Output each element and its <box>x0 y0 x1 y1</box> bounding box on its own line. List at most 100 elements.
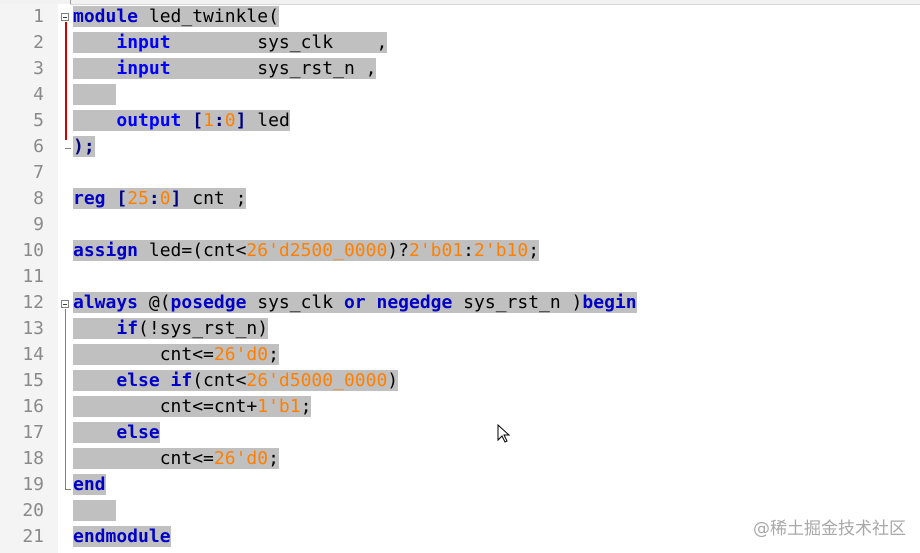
code-text[interactable]: end <box>73 472 106 498</box>
token <box>73 110 117 131</box>
code-line[interactable]: 9 <box>0 212 920 238</box>
token: cnt<= <box>73 448 214 469</box>
token: ; <box>268 344 279 365</box>
line-number: 17 <box>22 422 44 443</box>
code-line[interactable]: 10 assign led=(cnt<26'd2500_0000)?2'b01:2… <box>0 238 920 264</box>
code-text[interactable]: module led_twinkle( <box>73 4 279 30</box>
code-line[interactable]: 2 input sys_clk , <box>0 30 920 56</box>
code-line[interactable]: 1 module led_twinkle( <box>0 4 920 30</box>
code-line[interactable]: 13 if(!sys_rst_n) <box>0 316 920 342</box>
line-number: 20 <box>22 500 44 521</box>
token: sys_rst_n , <box>170 58 377 79</box>
token-num: 0 <box>224 110 236 131</box>
code-line[interactable]: 19 end <box>0 472 920 498</box>
line-number: 14 <box>22 344 44 365</box>
token: cnt<= <box>73 344 214 365</box>
line-number: 4 <box>33 84 44 105</box>
code-line[interactable]: 18 cnt<=26'd0; <box>0 446 920 472</box>
token: ) <box>387 370 399 391</box>
token <box>73 500 117 521</box>
code-line[interactable]: 5 output [1:0] led <box>0 108 920 134</box>
token-kw2: module <box>73 6 139 27</box>
token-op: [ <box>192 110 204 131</box>
token <box>105 188 117 209</box>
token-kw2: reg <box>73 188 106 209</box>
code-text[interactable]: else <box>73 420 160 446</box>
line-number: 3 <box>33 58 44 79</box>
token: led=(cnt< <box>138 240 247 261</box>
code-line[interactable]: 3 input sys_rst_n , <box>0 56 920 82</box>
line-number: 5 <box>33 110 44 131</box>
code-line[interactable]: 11 <box>0 264 920 290</box>
token: led <box>246 110 290 131</box>
code-text[interactable]: if(!sys_rst_n) <box>73 316 269 342</box>
code-text[interactable]: input sys_rst_n , <box>73 56 377 82</box>
token <box>365 292 377 313</box>
token-kw: input <box>116 32 171 53</box>
code-text[interactable]: always @(posedge sys_clk or negedge sys_… <box>73 290 637 316</box>
line-number: 18 <box>22 448 44 469</box>
token-op: : <box>148 188 160 209</box>
code-text[interactable] <box>73 82 117 108</box>
line-number: 13 <box>22 318 44 339</box>
code-text[interactable]: else if(cnt<26'd5000_0000) <box>73 368 399 394</box>
token-op: : <box>213 110 225 131</box>
token: ; <box>528 240 540 261</box>
code-line[interactable]: 4 <box>0 82 920 108</box>
code-line[interactable]: 14 cnt<=26'd0; <box>0 342 920 368</box>
mouse-pointer-icon <box>497 424 511 443</box>
token-kw2: if <box>116 318 139 339</box>
fold-minus-icon[interactable] <box>61 300 69 308</box>
line-number: 19 <box>22 474 44 495</box>
token-num: 0 <box>159 188 171 209</box>
token-kw2: assign <box>73 240 139 261</box>
code-text[interactable]: output [1:0] led <box>73 108 290 134</box>
code-text[interactable]: cnt<=26'd0; <box>73 342 279 368</box>
code-line[interactable]: 7 <box>0 160 920 186</box>
token: (!sys_rst_n) <box>138 318 269 339</box>
token: cnt<=cnt+ <box>73 396 258 417</box>
code-text[interactable]: endmodule <box>73 524 171 550</box>
token-op: [ <box>116 188 128 209</box>
token: (cnt< <box>192 370 247 391</box>
code-text[interactable] <box>73 498 117 524</box>
token <box>73 318 117 339</box>
line-number: 21 <box>22 526 44 547</box>
line-number: 11 <box>22 266 44 287</box>
code-line[interactable]: 16 cnt<=cnt+1'b1; <box>0 394 920 420</box>
line-number: 12 <box>22 292 44 313</box>
code-text[interactable]: cnt<=cnt+1'b1; <box>73 394 312 420</box>
code-text[interactable]: reg [25:0] cnt ; <box>73 186 247 212</box>
code-text[interactable]: cnt<=26'd0; <box>73 446 279 472</box>
code-text[interactable]: assign led=(cnt<26'd2500_0000)?2'b01:2'b… <box>73 238 540 264</box>
token: sys_rst_n ) <box>452 292 583 313</box>
token-num: 26'd0 <box>213 448 269 469</box>
token-num: 1'b1 <box>257 396 301 417</box>
token-kw2: or <box>343 292 366 313</box>
token: : <box>463 240 475 261</box>
fold-range-line <box>65 22 67 140</box>
line-number: 1 <box>33 6 44 27</box>
code-line[interactable]: 15 else if(cnt<26'd5000_0000) <box>0 368 920 394</box>
line-number: 15 <box>22 370 44 391</box>
code-editor[interactable]: 1 module led_twinkle(2 input sys_clk ,3 i… <box>0 0 920 553</box>
token: sys_clk , <box>170 32 388 53</box>
code-line[interactable]: 12 always @(posedge sys_clk or negedge sy… <box>0 290 920 316</box>
token-num: 2'b01 <box>408 240 464 261</box>
code-line[interactable]: 8 reg [25:0] cnt ; <box>0 186 920 212</box>
token <box>73 422 117 443</box>
token-kw2: always <box>73 292 139 313</box>
token-kw2: endmodule <box>73 526 171 547</box>
code-line[interactable]: 6); <box>0 134 920 160</box>
token: )? <box>387 240 409 261</box>
token: ; <box>268 448 279 469</box>
token-num: 26'd0 <box>213 344 269 365</box>
code-line[interactable]: 17 else <box>0 420 920 446</box>
fold-range-end <box>65 489 71 490</box>
token: cnt ; <box>181 188 247 209</box>
token: sys_clk <box>246 292 344 313</box>
code-text[interactable]: input sys_clk , <box>73 30 388 56</box>
code-text[interactable]: ); <box>73 134 95 160</box>
token <box>73 32 117 53</box>
fold-minus-icon[interactable] <box>61 13 69 21</box>
